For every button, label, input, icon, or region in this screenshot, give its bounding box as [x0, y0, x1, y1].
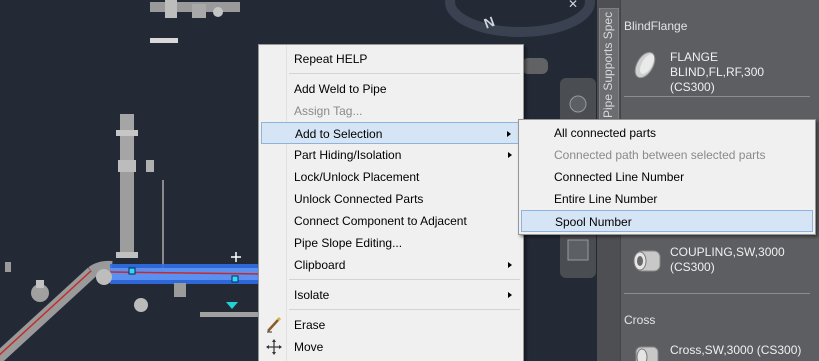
crosshair-cursor	[231, 252, 241, 262]
menu-item-label: Erase	[294, 318, 326, 332]
menu-item-add-to-selection[interactable]: Add to Selection	[261, 122, 521, 144]
menu-item-unlock-connected-parts[interactable]: Unlock Connected Parts	[261, 188, 521, 210]
context-menu: Repeat HELP Add Weld to Pipe Assign Tag.…	[258, 44, 524, 361]
menu-item-label: Clipboard	[294, 258, 346, 272]
coupling-name: COUPLING,SW,3000	[670, 245, 785, 259]
menu-item-label: All connected parts	[554, 126, 657, 140]
palette-item-flange-blind[interactable]: FLANGE BLIND,FL,RF,300 (CS300)	[630, 50, 810, 95]
coupling-icon	[633, 250, 661, 272]
menu-item-label: Lock/Unlock Placement	[294, 170, 420, 184]
flange-blind-name: FLANGE BLIND,FL,RF,300	[670, 50, 765, 79]
submenu-item-connected-line-number[interactable]: Connected Line Number	[521, 166, 813, 188]
menu-item-label: Connect Component to Adjacent	[294, 214, 467, 228]
menu-item-label: Unlock Connected Parts	[294, 192, 424, 206]
svg-text:✕: ✕	[568, 0, 578, 11]
submenu-item-spool-number[interactable]: Spool Number	[521, 210, 813, 232]
palette-item-cross[interactable]: Cross,SW,3000 (CS300)	[630, 343, 810, 361]
submenu-arrow-icon	[508, 152, 512, 158]
menu-item-label: Connected Line Number	[554, 170, 685, 184]
menu-item-part-hiding-isolation[interactable]: Part Hiding/Isolation	[261, 144, 521, 166]
menu-item-label: Repeat HELP	[294, 52, 368, 66]
menu-item-label: Isolate	[294, 288, 330, 302]
submenu-arrow-icon	[508, 262, 512, 268]
menu-item-label: Spool Number	[555, 215, 632, 229]
menu-item-label: Part Hiding/Isolation	[294, 148, 402, 162]
menu-item-lock-unlock-placement[interactable]: Lock/Unlock Placement	[261, 166, 521, 188]
submenu-item-connected-path[interactable]: Connected path between selected parts	[521, 144, 813, 166]
cross-fitting-icon	[635, 346, 659, 361]
menu-item-isolate[interactable]: Isolate	[261, 284, 521, 306]
menu-item-label: Entire Line Number	[554, 192, 658, 206]
menu-separator	[289, 309, 520, 310]
menu-item-label: Add to Selection	[295, 127, 383, 141]
menu-item-label: Assign Tag...	[294, 104, 363, 118]
flange-blind-spec: (CS300)	[670, 80, 715, 94]
pipe-cluster-top[interactable]	[150, 0, 240, 43]
viewcube-compass[interactable]: N ✕	[445, 0, 595, 37]
coupling-spec: (CS300)	[670, 260, 715, 274]
palette-divider	[624, 293, 810, 294]
palette-divider	[624, 96, 810, 97]
menu-item-assign-tag[interactable]: Assign Tag...	[261, 100, 521, 122]
submenu-item-all-connected-parts[interactable]: All connected parts	[521, 122, 813, 144]
add-to-selection-submenu: All connected parts Connected path betwe…	[518, 119, 816, 235]
menu-item-move[interactable]: Move	[261, 336, 521, 358]
diagonal-pipe[interactable]	[0, 260, 113, 361]
cross-name: Cross,SW,3000 (CS300)	[670, 343, 802, 357]
section-cross: Cross	[624, 313, 656, 327]
vertical-pipe-column[interactable]	[116, 114, 164, 270]
menu-item-repeat-help[interactable]: Repeat HELP	[261, 48, 521, 70]
menu-separator	[289, 279, 520, 280]
submenu-item-entire-line-number[interactable]: Entire Line Number	[521, 188, 813, 210]
menu-item-label: Pipe Slope Editing...	[294, 236, 403, 250]
menu-item-connect-component[interactable]: Connect Component to Adjacent	[261, 210, 521, 232]
section-blind-flange: BlindFlange	[624, 19, 688, 33]
menu-item-erase[interactable]: Erase	[261, 314, 521, 336]
menu-item-add-weld-to-pipe[interactable]: Add Weld to Pipe	[261, 78, 521, 100]
menu-item-label: Add Weld to Pipe	[294, 82, 387, 96]
pipe-supports-spec-tab-label: Pipe Supports Spec	[601, 11, 615, 118]
submenu-arrow-icon	[508, 292, 512, 298]
menu-item-pipe-slope-editing[interactable]: Pipe Slope Editing...	[261, 232, 521, 254]
submenu-arrow-icon	[507, 131, 511, 137]
menu-item-label: Move	[294, 340, 324, 354]
eraser-icon	[267, 317, 282, 333]
palette-item-coupling[interactable]: COUPLING,SW,3000 (CS300)	[630, 245, 810, 275]
menu-separator	[289, 73, 520, 74]
move-icon	[266, 339, 282, 355]
blind-flange-icon	[634, 51, 656, 79]
menu-item-clipboard[interactable]: Clipboard	[261, 254, 521, 276]
menu-item-label: Connected path between selected parts	[554, 148, 766, 162]
